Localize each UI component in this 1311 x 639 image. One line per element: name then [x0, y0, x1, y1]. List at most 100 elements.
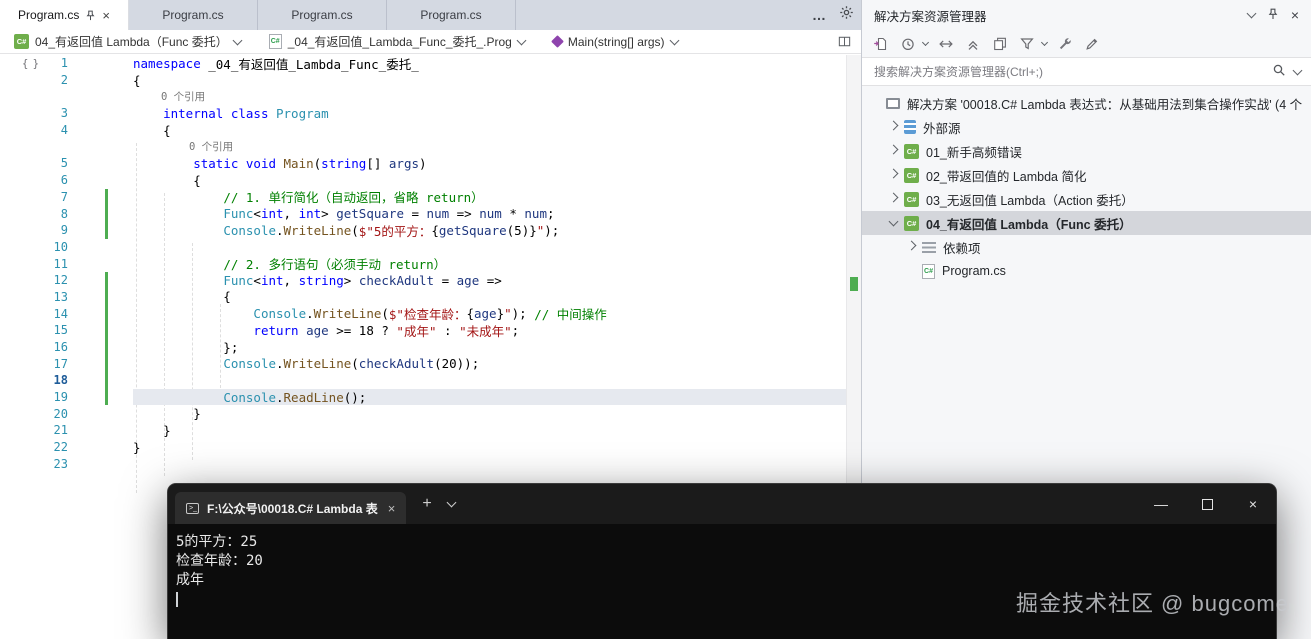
line-number[interactable]: 23 — [0, 457, 68, 471]
code-line[interactable]: 5 static void Main(string[] args) — [0, 155, 846, 172]
chevron-down-icon[interactable] — [888, 216, 899, 227]
pin-icon[interactable] — [85, 10, 96, 21]
filter-icon[interactable] — [1018, 35, 1036, 53]
close-button[interactable]: × — [1230, 484, 1276, 524]
line-number[interactable]: 4 — [0, 123, 68, 137]
tab-overflow-button[interactable]: … — [812, 7, 827, 23]
code-line[interactable]: 7 // 1. 单行简化（自动返回，省略 return） — [0, 188, 846, 205]
editor-tab[interactable]: Program.cs — [387, 0, 516, 30]
breadcrumb-member-dropdown[interactable]: Main(string[] args) — [550, 35, 680, 49]
code-line[interactable]: 18 — [0, 372, 846, 389]
breadcrumb-type-dropdown[interactable]: C# _04_有返回值_Lambda_Func_委托_.Prog — [268, 33, 527, 50]
tree-item[interactable]: 依赖项 — [862, 235, 1311, 259]
code-line[interactable]: 1 namespace _04_有返回值_Lambda_Func_委托_ — [0, 55, 846, 72]
tab-close-icon[interactable]: × — [388, 501, 396, 516]
tab-dropdown-button[interactable] — [446, 497, 457, 508]
dropdown-chevron-icon[interactable] — [1040, 38, 1049, 46]
terminal-titlebar[interactable]: >_ F:\公众号\00018.C# Lambda 表 × + — × — [168, 484, 1276, 524]
code-line[interactable]: 4 { — [0, 122, 846, 139]
split-editor-icon[interactable] — [837, 34, 852, 52]
code-line[interactable]: 17 Console. WriteLine(checkAdult (20)); — [0, 355, 846, 373]
settings-gear-icon[interactable] — [839, 5, 854, 25]
line-number[interactable]: 7 — [0, 190, 68, 204]
code-line[interactable]: 15 return age >= 18 ? "成年" : "未成年"; — [0, 322, 846, 339]
code-line[interactable]: 9 Console. WriteLine($"5的平方：{getSquare (5)… — [0, 221, 846, 239]
tree-item[interactable]: 解决方案 '00018.C# Lambda 表达式：从基础用法到集合操作实战' … — [862, 91, 1311, 115]
code-line[interactable]: 13 { — [0, 288, 846, 306]
line-number[interactable]: 22 — [0, 440, 68, 454]
search-input[interactable] — [872, 63, 1264, 80]
code-line[interactable]: 19 Console. ReadLine (); — [0, 388, 846, 406]
chevron-down-icon[interactable] — [1292, 65, 1303, 75]
code-line[interactable]: 8 Func < int, int > getSquare = num => num … — [0, 205, 846, 222]
line-number[interactable]: 14 — [0, 307, 68, 321]
tree-item[interactable]: C# 03_无返回值 Lambda（Action 委托） — [862, 187, 1311, 211]
line-number[interactable]: 10 — [0, 240, 68, 254]
chevron-right-icon[interactable] — [888, 144, 899, 155]
line-number[interactable]: 20 — [0, 407, 68, 421]
wrench-icon[interactable] — [1056, 35, 1074, 53]
editor-tab[interactable]: Program.cs — [129, 0, 258, 30]
code-line[interactable]: 22} — [0, 439, 846, 456]
line-number[interactable]: 13 — [0, 290, 68, 304]
new-tab-button[interactable]: + — [422, 495, 431, 513]
tree-item[interactable]: C# Program.cs — [862, 259, 1311, 283]
search-icon[interactable] — [1272, 63, 1286, 80]
dropdown-chevron-icon[interactable] — [921, 38, 930, 46]
editor-tab-active[interactable]: Program.cs × — [0, 0, 129, 30]
code-line[interactable]: 14 Console. WriteLine($"检查年龄：{age} "); // … — [0, 305, 846, 322]
tree-item[interactable]: C# 04_有返回值 Lambda（Func 委托） — [862, 211, 1311, 235]
chevron-right-icon[interactable] — [906, 240, 917, 251]
line-number[interactable]: 8 — [0, 207, 68, 221]
tree-item[interactable]: C# 02_带返回值的 Lambda 简化 — [862, 163, 1311, 187]
pin-icon[interactable] — [1267, 8, 1279, 23]
line-number[interactable]: 16 — [0, 340, 68, 354]
line-number[interactable]: 18 — [0, 373, 68, 387]
collapse-all-icon[interactable] — [964, 35, 982, 53]
chevron-right-icon[interactable] — [888, 168, 899, 179]
close-icon[interactable]: × — [102, 9, 110, 22]
codelens-references-link[interactable]: 0 个引用 — [161, 89, 205, 104]
terminal-tab[interactable]: >_ F:\公众号\00018.C# Lambda 表 × — [175, 492, 407, 524]
line-number[interactable]: 17 — [0, 357, 68, 371]
edit-icon[interactable] — [1083, 35, 1101, 53]
close-icon[interactable]: × — [1291, 7, 1299, 23]
maximize-button[interactable] — [1184, 484, 1230, 524]
line-number[interactable]: 6 — [0, 173, 68, 187]
code-line[interactable]: 20 } — [0, 405, 846, 422]
code-line[interactable]: 10 — [0, 239, 846, 256]
line-number[interactable]: 19 — [0, 390, 68, 404]
line-number[interactable]: 11 — [0, 257, 68, 271]
csharp-project-icon: C# — [14, 34, 29, 49]
tree-item[interactable]: C# 01_新手高频错误 — [862, 139, 1311, 163]
line-number[interactable]: 5 — [0, 156, 68, 170]
breadcrumb-project-dropdown[interactable]: C# 04_有返回值 Lambda（Func 委托） — [14, 33, 243, 50]
line-number[interactable]: 1 — [0, 56, 68, 70]
sync-active-document-icon[interactable] — [872, 35, 890, 53]
code-line[interactable]: 3 internal class Program — [0, 105, 846, 122]
line-number[interactable]: 2 — [0, 73, 68, 87]
line-number[interactable]: 12 — [0, 273, 68, 287]
codelens-references-link[interactable]: 0 个引用 — [189, 139, 233, 154]
minimize-button[interactable]: — — [1138, 484, 1184, 524]
code-line[interactable]: 6 { — [0, 172, 846, 189]
copy-icon[interactable] — [991, 35, 1009, 53]
code-line[interactable]: 23 — [0, 456, 846, 473]
change-tracking-bar — [105, 322, 108, 339]
chevron-right-icon[interactable] — [888, 120, 899, 131]
code-line[interactable]: 2{ — [0, 72, 846, 89]
line-number[interactable]: 21 — [0, 423, 68, 437]
chevron-down-icon[interactable] — [1246, 8, 1257, 19]
line-number[interactable]: 9 — [0, 223, 68, 237]
compare-icon[interactable] — [937, 35, 955, 53]
chevron-right-icon[interactable] — [888, 192, 899, 203]
code-line[interactable]: 11 // 2. 多行语句（必须手动 return） — [0, 255, 846, 273]
line-number[interactable]: 15 — [0, 323, 68, 337]
code-line[interactable]: 21 } — [0, 422, 846, 439]
editor-tab[interactable]: Program.cs — [258, 0, 387, 30]
code-line[interactable]: 12 Func < int, string > checkAdult = age => — [0, 271, 846, 289]
tree-item[interactable]: 外部源 — [862, 115, 1311, 139]
code-line[interactable]: 16 }; — [0, 338, 846, 356]
line-number[interactable]: 3 — [0, 106, 68, 120]
history-icon[interactable] — [899, 35, 917, 53]
